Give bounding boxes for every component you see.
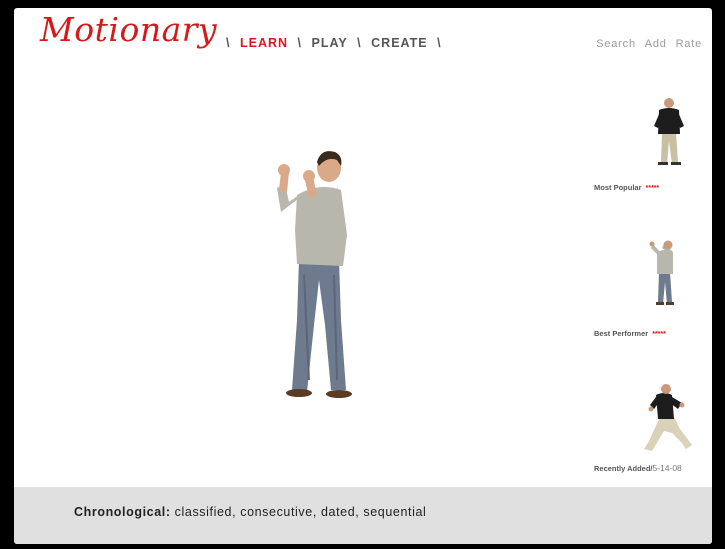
search-link[interactable]: Search: [596, 38, 636, 50]
thumbnail-recently-added[interactable]: [642, 383, 696, 455]
recently-added-date: 5-14-08: [652, 463, 682, 473]
nav-separator: \: [226, 36, 231, 50]
app-frame: Motionary \ LEARN \ PLAY \ CREATE \ Sear…: [14, 8, 712, 544]
best-performer-label: Best Performer: [594, 329, 649, 338]
definition-text: Chronological: classified, consecutive, …: [74, 505, 426, 519]
utility-links: Search Add Rate: [591, 38, 702, 50]
best-performer-rating: *****: [652, 331, 666, 338]
most-popular-caption: Most Popular *****: [594, 183, 659, 192]
definition-bar: Chronological: classified, consecutive, …: [14, 487, 712, 544]
add-link[interactable]: Add: [645, 38, 667, 50]
nav-learn[interactable]: LEARN: [240, 36, 288, 50]
thumbnail-best-performer[interactable]: [648, 238, 680, 308]
nav-separator: \: [437, 36, 442, 50]
nav-create[interactable]: CREATE: [371, 36, 427, 50]
definition-words: classified, consecutive, dated, sequenti…: [174, 505, 427, 519]
nav-separator: \: [297, 36, 302, 50]
nav-play[interactable]: PLAY: [311, 36, 347, 50]
nav-separator: \: [357, 36, 362, 50]
recently-added-caption: Recently Added/5-14-08: [594, 463, 682, 473]
most-popular-label: Most Popular: [594, 183, 642, 192]
thumbnail-most-popular[interactable]: [650, 96, 688, 168]
most-popular-rating: *****: [645, 185, 660, 192]
recently-added-label: Recently Added/: [594, 464, 653, 473]
main-nav: \ LEARN \ PLAY \ CREATE \: [226, 36, 447, 50]
definition-term: Chronological:: [74, 505, 171, 519]
best-performer-caption: Best Performer *****: [594, 329, 666, 338]
rate-link[interactable]: Rate: [676, 38, 702, 50]
motionary-logo[interactable]: Motionary: [40, 10, 217, 49]
performer-video-figure[interactable]: [259, 140, 379, 402]
